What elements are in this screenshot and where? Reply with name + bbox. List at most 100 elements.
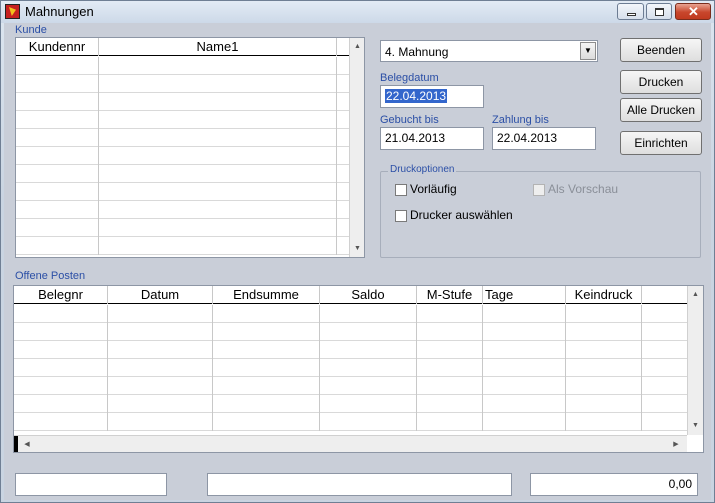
table-cell[interactable]: [16, 147, 99, 165]
column-header-name1[interactable]: Name1: [99, 38, 337, 56]
table-cell[interactable]: [99, 237, 337, 255]
column-header-kundennr[interactable]: Kundennr: [16, 38, 99, 56]
table-cell[interactable]: [320, 323, 417, 341]
table-cell[interactable]: [566, 359, 642, 377]
table-cell[interactable]: [213, 341, 320, 359]
dropdown-arrow-icon[interactable]: ▼: [580, 42, 596, 60]
kunde-grid[interactable]: Kundennr Name1 ▲ ▼: [15, 37, 365, 258]
table-cell[interactable]: [99, 111, 337, 129]
table-row[interactable]: [14, 341, 687, 359]
table-row[interactable]: [14, 305, 687, 323]
table-cell[interactable]: [108, 395, 213, 413]
table-cell[interactable]: [99, 183, 337, 201]
table-cell[interactable]: [99, 129, 337, 147]
table-cell[interactable]: [417, 341, 483, 359]
table-row[interactable]: [16, 165, 349, 183]
table-cell[interactable]: [417, 323, 483, 341]
table-cell[interactable]: [417, 395, 483, 413]
table-cell[interactable]: [108, 359, 213, 377]
table-cell[interactable]: [14, 305, 108, 323]
scroll-down-icon[interactable]: ▼: [350, 240, 364, 257]
table-row[interactable]: [16, 75, 349, 93]
table-cell[interactable]: [320, 413, 417, 431]
table-cell[interactable]: [99, 165, 337, 183]
table-row[interactable]: [16, 237, 349, 255]
column-header-keindruck[interactable]: Keindruck: [566, 286, 642, 304]
table-cell[interactable]: [108, 323, 213, 341]
als-vorschau-checkbox[interactable]: [533, 184, 545, 196]
beenden-button[interactable]: Beenden: [620, 38, 702, 62]
table-cell[interactable]: [483, 305, 566, 323]
table-cell[interactable]: [16, 237, 99, 255]
column-header-m-stufe[interactable]: M-Stufe: [417, 286, 483, 304]
minimize-button[interactable]: [617, 3, 644, 20]
offene-posten-horizontal-scrollbar[interactable]: ◀ ▶: [14, 435, 687, 452]
table-cell[interactable]: [566, 377, 642, 395]
table-row[interactable]: [14, 395, 687, 413]
scroll-up-icon[interactable]: ▲: [688, 286, 703, 303]
table-cell[interactable]: [99, 147, 337, 165]
table-cell[interactable]: [566, 341, 642, 359]
table-cell[interactable]: [16, 183, 99, 201]
table-cell[interactable]: [320, 395, 417, 413]
belegdatum-field[interactable]: 22.04.2013: [380, 85, 484, 108]
table-cell[interactable]: [483, 359, 566, 377]
table-cell[interactable]: [566, 395, 642, 413]
table-cell[interactable]: [417, 305, 483, 323]
column-header-saldo[interactable]: Saldo: [320, 286, 417, 304]
table-row[interactable]: [16, 129, 349, 147]
table-row[interactable]: [16, 57, 349, 75]
table-row[interactable]: [14, 377, 687, 395]
alle-drucken-button[interactable]: Alle Drucken: [620, 98, 702, 122]
table-cell[interactable]: [320, 305, 417, 323]
mahnstufe-combobox[interactable]: 4. Mahnung ▼: [380, 40, 598, 62]
table-cell[interactable]: [16, 93, 99, 111]
table-cell[interactable]: [14, 377, 108, 395]
table-cell[interactable]: [320, 359, 417, 377]
offene-posten-grid[interactable]: Belegnr Datum Endsumme Saldo M-Stufe Tag…: [13, 285, 704, 453]
table-cell[interactable]: [14, 341, 108, 359]
table-cell[interactable]: [320, 377, 417, 395]
scroll-up-icon[interactable]: ▲: [350, 38, 364, 55]
table-cell[interactable]: [320, 341, 417, 359]
close-button[interactable]: ✕: [675, 3, 711, 20]
vorlaeufig-label[interactable]: Vorläufig: [410, 182, 457, 196]
drucker-auswaehlen-label[interactable]: Drucker auswählen: [410, 208, 513, 222]
table-cell[interactable]: [417, 413, 483, 431]
table-cell[interactable]: [213, 359, 320, 377]
table-cell[interactable]: [16, 165, 99, 183]
table-cell[interactable]: [566, 323, 642, 341]
vorlaeufig-checkbox[interactable]: [395, 184, 407, 196]
table-cell[interactable]: [16, 75, 99, 93]
table-cell[interactable]: [566, 413, 642, 431]
table-row[interactable]: [14, 323, 687, 341]
table-cell[interactable]: [483, 395, 566, 413]
table-cell[interactable]: [213, 413, 320, 431]
table-row[interactable]: [14, 359, 687, 377]
table-row[interactable]: [16, 201, 349, 219]
table-cell[interactable]: [213, 395, 320, 413]
table-cell[interactable]: [16, 57, 99, 75]
column-header-belegnr[interactable]: Belegnr: [14, 286, 108, 304]
table-cell[interactable]: [483, 323, 566, 341]
table-cell[interactable]: [99, 201, 337, 219]
table-row[interactable]: [14, 413, 687, 431]
table-cell[interactable]: [14, 359, 108, 377]
table-cell[interactable]: [417, 359, 483, 377]
scroll-left-icon[interactable]: ◀: [22, 436, 32, 452]
table-cell[interactable]: [566, 305, 642, 323]
table-cell[interactable]: [417, 377, 483, 395]
table-cell[interactable]: [16, 111, 99, 129]
table-row[interactable]: [16, 111, 349, 129]
table-cell[interactable]: [108, 341, 213, 359]
scroll-down-icon[interactable]: ▼: [688, 417, 703, 434]
zahlung-bis-field[interactable]: 22.04.2013: [492, 127, 596, 150]
table-cell[interactable]: [483, 341, 566, 359]
table-cell[interactable]: [14, 395, 108, 413]
table-cell[interactable]: [16, 129, 99, 147]
als-vorschau-label[interactable]: Als Vorschau: [548, 182, 618, 196]
table-cell[interactable]: [99, 75, 337, 93]
table-cell[interactable]: [16, 219, 99, 237]
scroll-right-icon[interactable]: ▶: [670, 436, 682, 452]
table-cell[interactable]: [99, 93, 337, 111]
